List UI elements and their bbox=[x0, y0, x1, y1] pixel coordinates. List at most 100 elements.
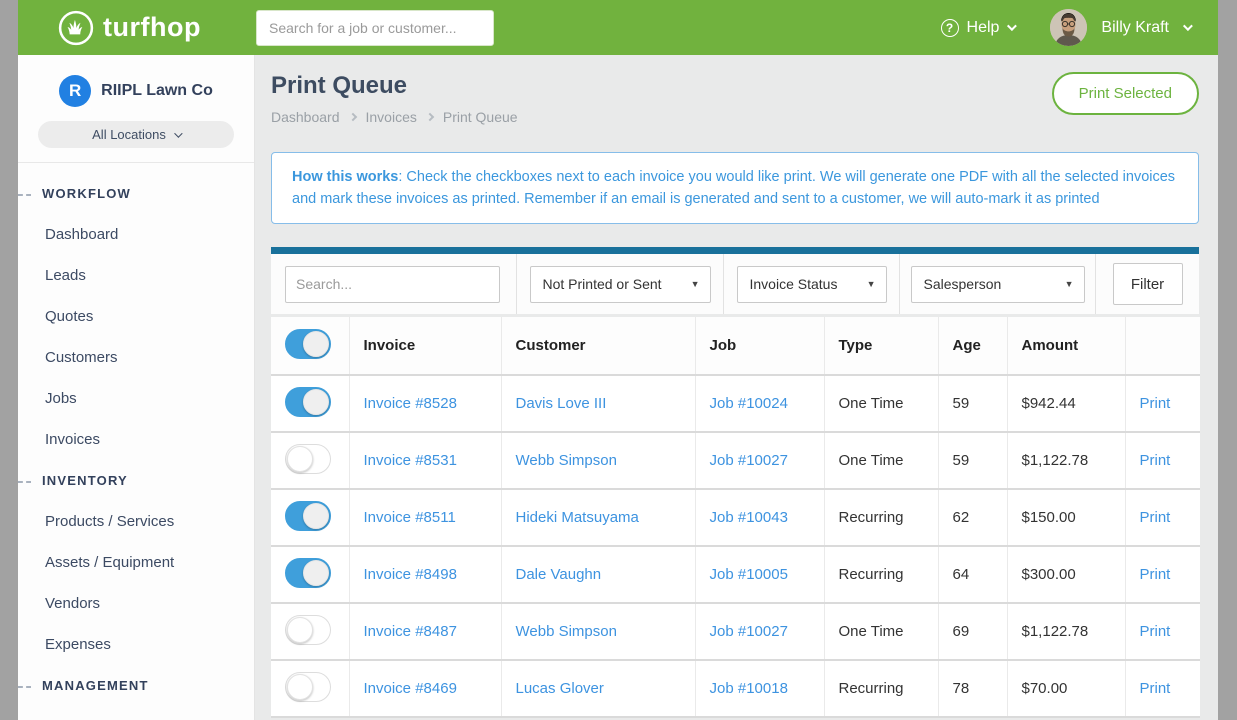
job-link[interactable]: Job #10043 bbox=[710, 509, 788, 526]
sidebar-nav: WORKFLOW Dashboard Leads Quotes Customer… bbox=[18, 163, 254, 720]
row-select-toggle[interactable] bbox=[285, 558, 331, 588]
sidebar: R RIIPL Lawn Co All Locations WORKFLOW D… bbox=[18, 55, 255, 720]
customer-link[interactable]: Lucas Glover bbox=[516, 680, 604, 697]
row-select-toggle[interactable] bbox=[285, 501, 331, 531]
age-cell: 59 bbox=[938, 432, 1007, 489]
table-row: Invoice #8498 Dale Vaughn Job #10005 Rec… bbox=[271, 546, 1200, 603]
invoice-status-select[interactable]: Invoice Status ▼ bbox=[737, 266, 887, 303]
age-cell: 64 bbox=[938, 546, 1007, 603]
select-caret-icon: ▼ bbox=[1065, 279, 1074, 289]
top-bar: turfhop ? Help bbox=[18, 0, 1218, 55]
type-cell: One Time bbox=[824, 432, 938, 489]
customer-link[interactable]: Dale Vaughn bbox=[516, 566, 602, 583]
nav-section-management: MANAGEMENT bbox=[18, 665, 254, 706]
sidebar-item-jobs[interactable]: Jobs bbox=[18, 378, 254, 419]
job-link[interactable]: Job #10018 bbox=[710, 680, 788, 697]
row-select-toggle[interactable] bbox=[285, 672, 331, 702]
sidebar-item-expenses[interactable]: Expenses bbox=[18, 624, 254, 665]
user-menu[interactable]: Billy Kraft bbox=[1050, 9, 1190, 46]
amount-cell: $942.44 bbox=[1007, 375, 1125, 432]
location-selector-label: All Locations bbox=[92, 127, 166, 142]
print-selected-button[interactable]: Print Selected bbox=[1052, 72, 1199, 115]
sidebar-item-dashboard[interactable]: Dashboard bbox=[18, 214, 254, 255]
location-selector[interactable]: All Locations bbox=[38, 121, 234, 148]
amount-cell: $300.00 bbox=[1007, 546, 1125, 603]
customer-link[interactable]: Hideki Matsuyama bbox=[516, 509, 639, 526]
chevron-right-icon bbox=[348, 113, 356, 121]
sidebar-item-vendors[interactable]: Vendors bbox=[18, 583, 254, 624]
col-header-type: Type bbox=[824, 317, 938, 375]
breadcrumb-dashboard[interactable]: Dashboard bbox=[271, 109, 340, 125]
breadcrumb: Dashboard Invoices Print Queue bbox=[271, 109, 518, 125]
turfhop-logo-icon bbox=[58, 10, 94, 46]
select-caret-icon: ▼ bbox=[867, 279, 876, 289]
breadcrumb-invoices[interactable]: Invoices bbox=[366, 109, 417, 125]
top-right-group: ? Help bbox=[941, 9, 1190, 46]
row-select-toggle[interactable] bbox=[285, 615, 331, 645]
amount-cell: $70.00 bbox=[1007, 660, 1125, 717]
table-search-input[interactable] bbox=[285, 266, 500, 303]
avatar bbox=[1050, 9, 1087, 46]
print-link[interactable]: Print bbox=[1140, 509, 1171, 526]
sidebar-item-invoices[interactable]: Invoices bbox=[18, 419, 254, 460]
chevron-down-icon bbox=[1007, 21, 1017, 31]
job-link[interactable]: Job #10027 bbox=[710, 452, 788, 469]
printed-filter-select[interactable]: Not Printed or Sent ▼ bbox=[530, 266, 711, 303]
customer-link[interactable]: Davis Love III bbox=[516, 395, 607, 412]
type-cell: Recurring bbox=[824, 660, 938, 717]
info-box: How this works: Check the checkboxes nex… bbox=[271, 152, 1199, 224]
row-select-toggle[interactable] bbox=[285, 444, 331, 474]
salesperson-value: Salesperson bbox=[924, 276, 1002, 292]
job-link[interactable]: Job #10005 bbox=[710, 566, 788, 583]
help-circle-icon: ? bbox=[941, 19, 959, 37]
col-header-job: Job bbox=[695, 317, 824, 375]
info-body: : Check the checkboxes next to each invo… bbox=[292, 169, 1175, 207]
print-link[interactable]: Print bbox=[1140, 623, 1171, 640]
sidebar-item-customers[interactable]: Customers bbox=[18, 337, 254, 378]
user-name: Billy Kraft bbox=[1101, 19, 1169, 37]
filter-button[interactable]: Filter bbox=[1113, 263, 1183, 305]
table-header-row: Invoice Customer Job Type Age Amount bbox=[271, 317, 1200, 375]
table-row: Invoice #8487 Webb Simpson Job #10027 On… bbox=[271, 603, 1200, 660]
invoice-link[interactable]: Invoice #8531 bbox=[364, 452, 457, 469]
chevron-down-icon bbox=[1183, 21, 1193, 31]
select-caret-icon: ▼ bbox=[691, 279, 700, 289]
sidebar-item-leads[interactable]: Leads bbox=[18, 255, 254, 296]
age-cell: 78 bbox=[938, 660, 1007, 717]
print-link[interactable]: Print bbox=[1140, 452, 1171, 469]
nav-section-workflow: WORKFLOW bbox=[18, 173, 254, 214]
sidebar-item-assets-equipment[interactable]: Assets / Equipment bbox=[18, 542, 254, 583]
type-cell: Recurring bbox=[824, 489, 938, 546]
print-link[interactable]: Print bbox=[1140, 566, 1171, 583]
customer-link[interactable]: Webb Simpson bbox=[516, 452, 617, 469]
main-content: Print Queue Dashboard Invoices Print Que… bbox=[255, 55, 1218, 720]
print-link[interactable]: Print bbox=[1140, 395, 1171, 412]
print-link[interactable]: Print bbox=[1140, 680, 1171, 697]
table-row: Invoice #8528 Davis Love III Job #10024 … bbox=[271, 375, 1200, 432]
job-link[interactable]: Job #10027 bbox=[710, 623, 788, 640]
invoice-link[interactable]: Invoice #8528 bbox=[364, 395, 457, 412]
table-row: Invoice #8511 Hideki Matsuyama Job #1004… bbox=[271, 489, 1200, 546]
invoice-link[interactable]: Invoice #8511 bbox=[364, 509, 456, 526]
customer-link[interactable]: Webb Simpson bbox=[516, 623, 617, 640]
printed-filter-value: Not Printed or Sent bbox=[543, 276, 662, 292]
row-select-toggle[interactable] bbox=[285, 387, 331, 417]
col-header-amount: Amount bbox=[1007, 317, 1125, 375]
nav-section-inventory: INVENTORY bbox=[18, 460, 254, 501]
invoice-link[interactable]: Invoice #8469 bbox=[364, 680, 457, 697]
sidebar-item-quotes[interactable]: Quotes bbox=[18, 296, 254, 337]
col-header-invoice: Invoice bbox=[349, 317, 501, 375]
filter-bar: Not Printed or Sent ▼ Invoice Status ▼ S… bbox=[271, 247, 1199, 314]
invoice-status-value: Invoice Status bbox=[750, 276, 838, 292]
sidebar-item-products-services[interactable]: Products / Services bbox=[18, 501, 254, 542]
help-menu[interactable]: ? Help bbox=[941, 19, 1015, 37]
salesperson-select[interactable]: Salesperson ▼ bbox=[911, 266, 1085, 303]
invoice-link[interactable]: Invoice #8498 bbox=[364, 566, 457, 583]
select-all-toggle[interactable] bbox=[285, 329, 331, 359]
chevron-right-icon bbox=[426, 113, 434, 121]
company-logo: R bbox=[59, 75, 91, 107]
global-search-input[interactable] bbox=[256, 10, 494, 46]
invoice-link[interactable]: Invoice #8487 bbox=[364, 623, 457, 640]
table-row: Invoice #8469 Lucas Glover Job #10018 Re… bbox=[271, 660, 1200, 717]
job-link[interactable]: Job #10024 bbox=[710, 395, 788, 412]
